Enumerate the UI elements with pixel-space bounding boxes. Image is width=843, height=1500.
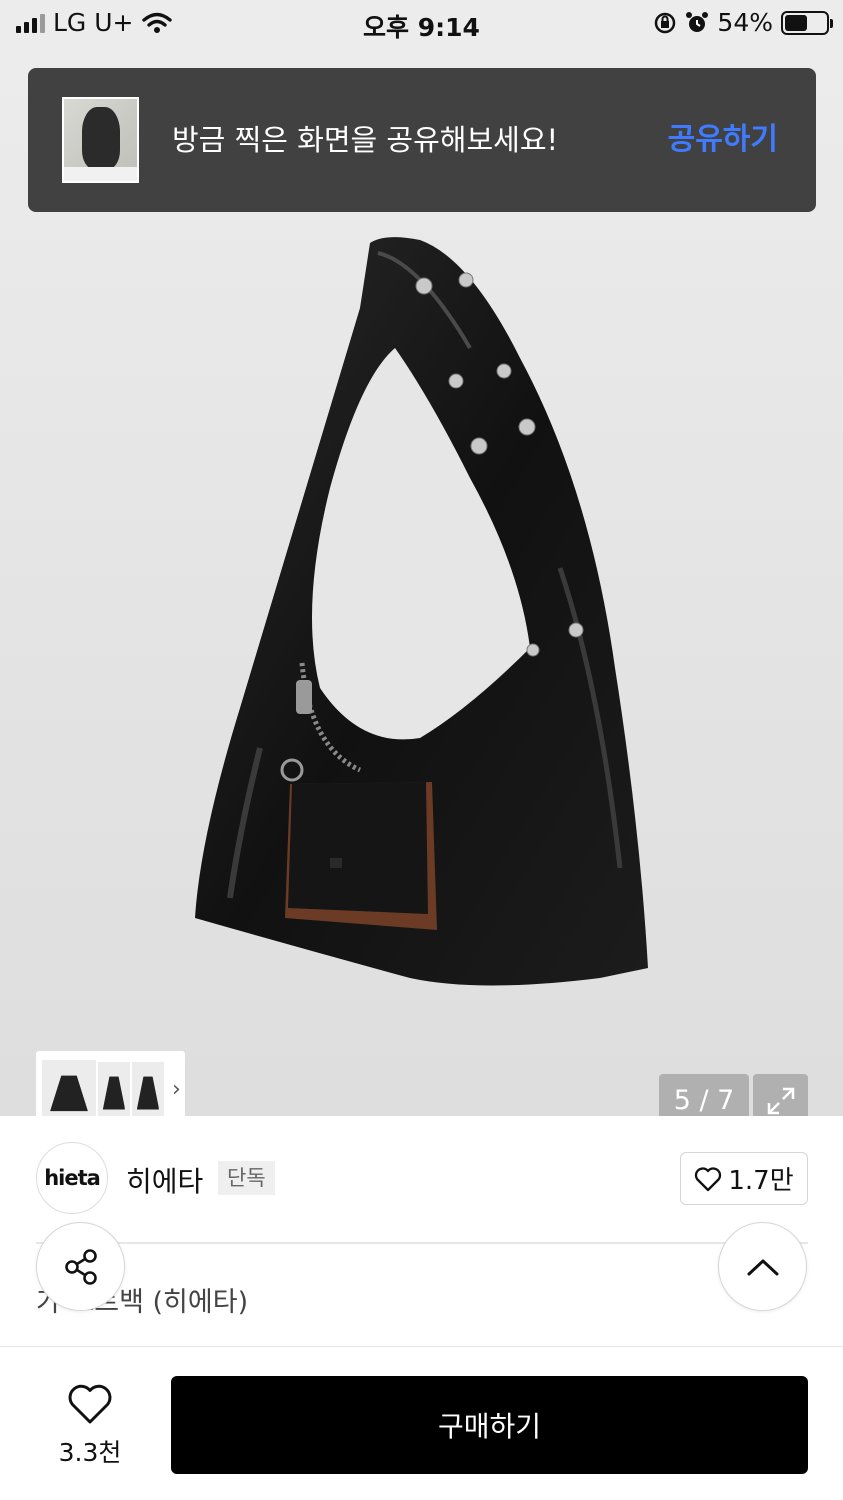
buy-button[interactable]: 구매하기 [171, 1376, 808, 1474]
status-bar: LG U+ 오후 9:14 54% [0, 0, 843, 48]
share-banner[interactable]: 방금 찍은 화면을 공유해보세요! 공유하기 [28, 68, 816, 212]
chevron-right-icon[interactable]: › [172, 1077, 181, 1102]
heart-icon [68, 1384, 112, 1424]
share-banner-message: 방금 찍은 화면을 공유해보세요! [172, 123, 559, 157]
share-button[interactable] [36, 1222, 125, 1311]
share-banner-button[interactable]: 공유하기 [668, 68, 778, 212]
expand-button[interactable] [753, 1074, 808, 1116]
divider [36, 1242, 808, 1244]
bottom-action-bar: 3.3천 구매하기 [0, 1346, 843, 1500]
wishlist-button[interactable]: 3.3천 [40, 1383, 140, 1469]
wishlist-count: 3.3천 [58, 1438, 122, 1467]
status-right: 54% [653, 8, 833, 37]
thumbnail-1[interactable] [42, 1059, 96, 1116]
brand-logo[interactable]: hieta [36, 1142, 108, 1214]
scroll-top-button[interactable] [718, 1222, 807, 1311]
battery-icon [781, 10, 833, 35]
brand-row: hieta 히에타 단독 1.7만 [0, 1116, 843, 1244]
expand-icon [767, 1087, 794, 1115]
screenshot-thumbnail [62, 97, 139, 183]
alarm-icon [686, 11, 709, 32]
brand-name[interactable]: 히에타 [126, 1160, 203, 1200]
exclusive-badge: 단독 [218, 1161, 275, 1195]
rotation-lock-icon [655, 12, 676, 33]
brand-like-button[interactable]: 1.7만 [680, 1152, 808, 1205]
thumbnail-3[interactable] [132, 1061, 164, 1116]
battery-percent: 54% [717, 8, 773, 37]
page-counter: 5 / 7 [659, 1074, 749, 1116]
share-icon [64, 1248, 97, 1285]
chevron-up-icon [747, 1259, 778, 1275]
thumbnail-strip[interactable]: › [36, 1051, 185, 1116]
heart-icon [695, 1166, 722, 1191]
thumbnail-2[interactable] [98, 1061, 130, 1116]
brand-like-count: 1.7만 [728, 1166, 794, 1196]
